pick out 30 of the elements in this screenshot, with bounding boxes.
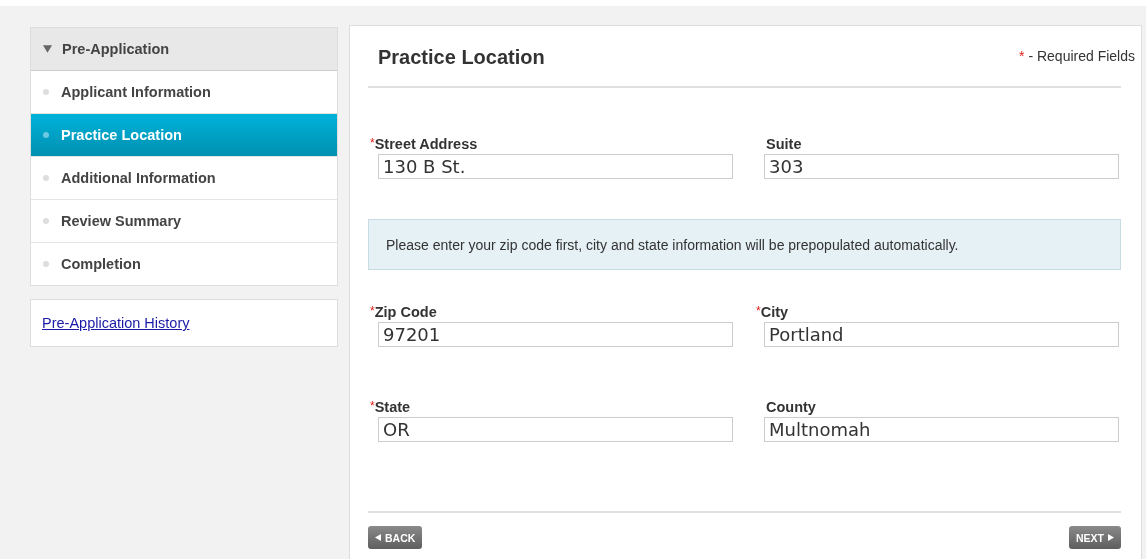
- text-field[interactable]: 303: [764, 154, 1119, 179]
- sidebar-item[interactable]: Additional Information: [31, 157, 337, 200]
- bullet-icon: [43, 175, 49, 181]
- bullet-icon: [43, 89, 49, 95]
- info-notice: Please enter your zip code first, city and state information will be prepopulated automatically.: [368, 219, 1121, 270]
- field-label: Suite: [765, 136, 803, 154]
- right-triangle-icon: [1108, 534, 1114, 541]
- collapse-triangle-icon: [43, 45, 52, 53]
- field-label: County: [765, 399, 817, 417]
- bullet-icon: [43, 218, 49, 224]
- text-field[interactable]: 130 B St.: [378, 154, 733, 179]
- sidebar-item[interactable]: Completion: [31, 243, 337, 285]
- sidebar-item[interactable]: Review Summary: [31, 200, 337, 243]
- back-button[interactable]: BACK: [368, 526, 423, 549]
- history-link[interactable]: Pre-Application History: [42, 315, 190, 331]
- next-button[interactable]: NEXT: [1069, 526, 1121, 549]
- text-field[interactable]: OR: [378, 417, 733, 442]
- bullet-icon: [43, 132, 49, 138]
- section-header[interactable]: Pre-Application: [31, 28, 337, 71]
- field-label: *State: [370, 399, 412, 417]
- text-field[interactable]: 97201: [378, 322, 733, 347]
- bullet-icon: [43, 261, 49, 267]
- required-fields-note: * - Required Fields: [1018, 48, 1135, 64]
- field-label: *City: [756, 304, 790, 322]
- left-triangle-icon: [375, 534, 381, 541]
- text-field[interactable]: Portland: [764, 322, 1119, 347]
- field-label: *Zip Code: [370, 304, 438, 322]
- field-label: *Street Address: [370, 136, 479, 154]
- page-title: Practice Location: [378, 45, 545, 69]
- text-field[interactable]: Multnomah: [764, 417, 1119, 442]
